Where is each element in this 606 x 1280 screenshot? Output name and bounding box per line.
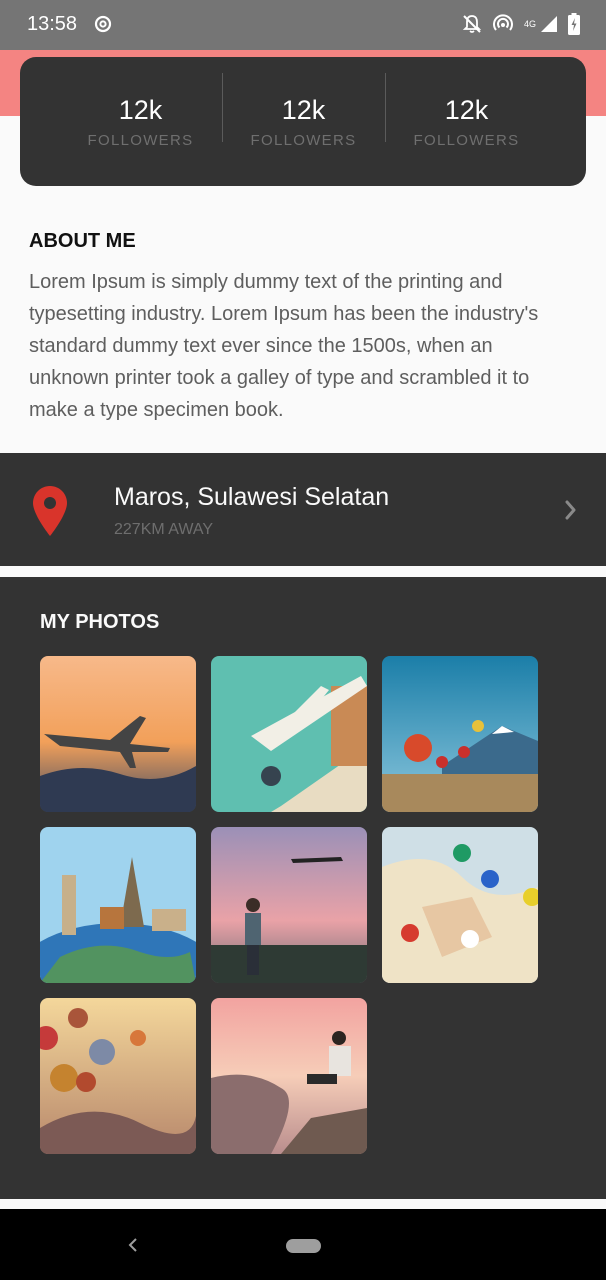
photo-thumbnail[interactable] xyxy=(382,656,538,812)
stat-value: 12k xyxy=(281,95,326,125)
world-landmarks-image xyxy=(40,827,196,983)
location-pin-icon xyxy=(33,486,67,536)
home-pill-button[interactable] xyxy=(286,1239,321,1253)
stat-value: 12k xyxy=(444,95,489,125)
section-divider xyxy=(0,566,606,577)
photo-thumbnail[interactable] xyxy=(40,827,196,983)
traveler-airplane-image xyxy=(211,827,367,983)
stat-value: 12k xyxy=(118,95,163,125)
status-bar: 13:58 4G xyxy=(0,0,606,50)
about-section: ABOUT ME Lorem Ipsum is simply dummy tex… xyxy=(0,186,606,453)
hiker-cliff-image xyxy=(211,998,367,1154)
stat-followers[interactable]: 12k FOLLOWERS xyxy=(222,73,385,149)
battery-icon xyxy=(568,13,580,35)
airplane-sunset-image xyxy=(40,656,196,812)
stat-followers[interactable]: 12k FOLLOWERS xyxy=(385,73,548,149)
hot-air-balloons-image xyxy=(40,998,196,1154)
balloons-mountain-image xyxy=(382,656,538,812)
photo-thumbnail[interactable] xyxy=(382,827,538,983)
photo-thumbnail[interactable] xyxy=(211,998,367,1154)
chevron-right-icon[interactable] xyxy=(562,499,580,521)
stat-label: FOLLOWERS xyxy=(87,132,194,149)
status-time: 13:58 xyxy=(27,13,78,35)
section-divider xyxy=(0,1199,606,1209)
photos-section: MY PHOTOS xyxy=(0,577,606,1199)
stat-label: FOLLOWERS xyxy=(413,132,520,149)
photo-thumbnail[interactable] xyxy=(211,656,367,812)
network-type-label: 4G xyxy=(523,19,536,29)
location-row[interactable]: Maros, Sulawesi Selatan 227KM AWAY xyxy=(0,453,606,566)
about-title: ABOUT ME xyxy=(29,230,136,252)
photo-thumbnail[interactable] xyxy=(211,827,367,983)
notifications-off-icon xyxy=(462,15,482,33)
photo-thumbnail[interactable] xyxy=(40,998,196,1154)
sync-icon xyxy=(94,15,112,33)
map-pins-image xyxy=(382,827,538,983)
photo-thumbnail[interactable] xyxy=(40,656,196,812)
stat-label: FOLLOWERS xyxy=(250,132,357,149)
back-icon[interactable] xyxy=(127,1237,139,1253)
hotspot-icon xyxy=(493,14,513,31)
signal-icon xyxy=(541,16,557,32)
system-navigation-bar xyxy=(0,1209,606,1280)
location-name: Maros, Sulawesi Selatan xyxy=(114,483,390,511)
about-text: Lorem Ipsum is simply dummy text of the … xyxy=(29,271,539,421)
airplane-illustration-image xyxy=(211,656,367,812)
stat-followers[interactable]: 12k FOLLOWERS xyxy=(59,94,222,149)
photos-title: MY PHOTOS xyxy=(40,611,160,633)
stats-card: 12k FOLLOWERS 12k FOLLOWERS 12k FOLLOWER… xyxy=(20,57,586,186)
location-distance: 227KM AWAY xyxy=(114,521,213,538)
